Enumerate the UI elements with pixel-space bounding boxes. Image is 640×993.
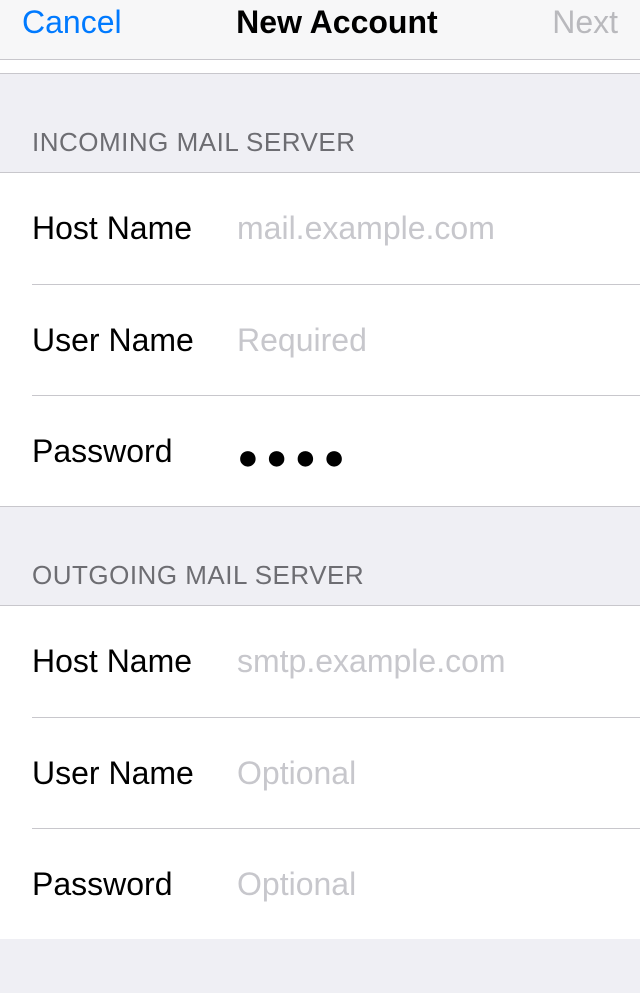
- incoming-header: Incoming Mail Server: [0, 127, 388, 172]
- incoming-host-row[interactable]: Host Name: [0, 173, 640, 284]
- outgoing-host-input[interactable]: [237, 643, 640, 680]
- outgoing-user-input[interactable]: [237, 755, 640, 792]
- incoming-password-row[interactable]: Password ●●●●: [32, 395, 640, 506]
- incoming-password-value[interactable]: ●●●●: [237, 439, 352, 475]
- outgoing-user-row[interactable]: User Name: [32, 717, 640, 828]
- cancel-button[interactable]: Cancel: [22, 4, 122, 41]
- outgoing-host-row[interactable]: Host Name: [0, 606, 640, 717]
- next-button[interactable]: Next: [552, 4, 618, 41]
- outgoing-group: Host Name User Name Password: [0, 605, 640, 939]
- outgoing-password-label: Password: [32, 866, 237, 903]
- incoming-host-label: Host Name: [32, 210, 237, 247]
- outgoing-host-label: Host Name: [32, 643, 237, 680]
- incoming-section-gap: Incoming Mail Server: [0, 74, 640, 172]
- incoming-user-row[interactable]: User Name: [32, 284, 640, 395]
- incoming-user-label: User Name: [32, 322, 237, 359]
- outgoing-password-input[interactable]: [237, 866, 640, 903]
- outgoing-section-gap: Outgoing Mail Server: [0, 507, 640, 605]
- incoming-group: Host Name User Name Password ●●●●: [0, 172, 640, 507]
- page-title: New Account: [122, 4, 553, 41]
- outgoing-password-row[interactable]: Password: [32, 828, 640, 939]
- incoming-user-input[interactable]: [237, 322, 640, 359]
- incoming-host-input[interactable]: [237, 210, 640, 247]
- outgoing-user-label: User Name: [32, 755, 237, 792]
- outgoing-header: Outgoing Mail Server: [0, 560, 396, 605]
- incoming-password-label: Password: [32, 433, 237, 470]
- navbar: Cancel New Account Next: [0, 0, 640, 60]
- top-spacer: [0, 60, 640, 74]
